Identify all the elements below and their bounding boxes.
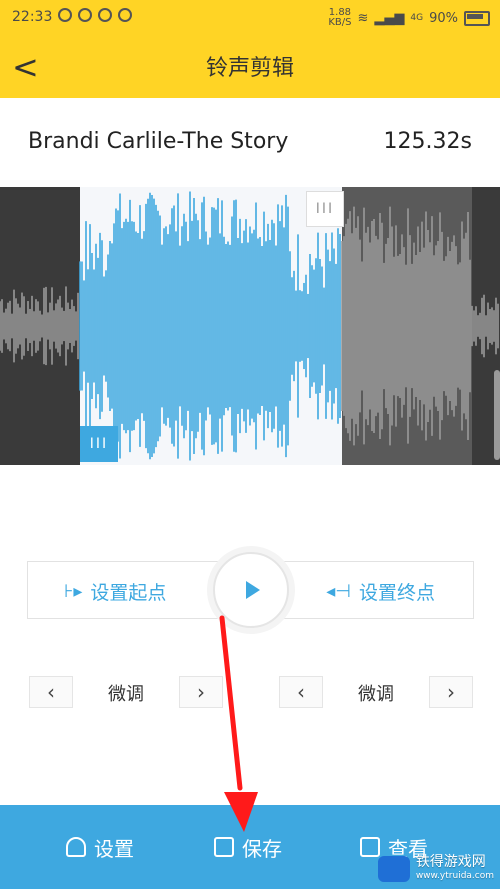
page-title: 铃声剪辑 (205, 56, 294, 81)
set-start-button[interactable]: ⊦▸ 设置起点 (64, 562, 166, 620)
chevron-left-icon: ‹ (297, 680, 305, 704)
chevron-left-icon: ‹ (47, 680, 55, 704)
notification-icon (118, 8, 132, 22)
waveform-graphic (0, 187, 499, 465)
save-icon (214, 837, 234, 857)
start-fine-prev-button[interactable]: ‹ (29, 676, 73, 708)
battery-text: 90% (429, 10, 458, 26)
end-handle[interactable]: III (306, 191, 344, 227)
play-button[interactable] (213, 552, 289, 628)
status-icons (58, 8, 132, 22)
song-duration: 125.32s (383, 129, 472, 154)
bluetooth-icon (78, 8, 92, 22)
status-right: 1.88 KB/S ≋ ▂▄▆ 4G 90% (328, 8, 490, 28)
end-fine-label: 微调 (358, 684, 394, 705)
battery-icon (464, 10, 490, 26)
watermark-text: 铁得游戏网 www.ytruida.com (416, 855, 494, 883)
end-marker-icon: ◂⊣ (326, 580, 351, 602)
signal-icon: ▂▄▆ (374, 10, 405, 26)
watermark-url: www.ytruida.com (415, 871, 494, 881)
watermark: 铁得游戏网 www.ytruida.com (377, 855, 494, 883)
speed-text: 1.88 KB/S (328, 7, 352, 28)
set-end-label: 设置终点 (358, 581, 435, 604)
end-fine-next-button[interactable]: › (429, 676, 473, 708)
play-icon (246, 581, 260, 599)
watermark-name: 铁得游戏网 (415, 854, 486, 870)
start-fine-next-button[interactable]: › (179, 676, 223, 708)
chevron-right-icon: › (197, 680, 205, 704)
chevron-right-icon: › (447, 680, 455, 704)
start-handle-label: III (89, 436, 109, 452)
start-handle[interactable]: III (80, 426, 118, 462)
status-bar: 22:33 1.88 KB/S ≋ ▂▄▆ 4G 90% (0, 0, 500, 36)
bottom-bar: 设置 保存 查看 铁得游戏网 www.ytruida.com (0, 805, 500, 889)
song-title: Brandi Carlile-The Story (28, 129, 289, 154)
bell-icon (66, 837, 86, 857)
view-icon (360, 837, 380, 857)
end-handle-label: III (315, 201, 335, 217)
app-bar: < 铃声剪辑 (0, 36, 500, 98)
watermark-logo (377, 856, 410, 882)
fine-tune-start: ‹ 微调 › (29, 676, 223, 708)
tab-save[interactable]: 保存 (214, 832, 282, 862)
start-fine-label: 微调 (108, 684, 144, 705)
tab-settings-label: 设置 (94, 836, 134, 861)
annotation-arrow-shaft (219, 615, 243, 791)
scrollbar[interactable] (494, 370, 500, 460)
end-fine-prev-button[interactable]: ‹ (279, 676, 323, 708)
waveform-editor[interactable] (0, 187, 500, 465)
start-marker-icon: ⊦▸ (64, 580, 83, 602)
set-start-label: 设置起点 (90, 581, 167, 604)
tab-settings[interactable]: 设置 (66, 832, 134, 862)
fine-tune-end: ‹ 微调 › (279, 676, 473, 708)
wifi-icon: ≋ (357, 10, 369, 26)
alarm-icon (58, 8, 72, 22)
shield-icon (98, 8, 112, 22)
set-end-button[interactable]: ◂⊣ 设置终点 (326, 562, 435, 620)
status-time: 22:33 (12, 9, 53, 25)
song-info: Brandi Carlile-The Story 125.32s (0, 98, 500, 186)
tab-save-label: 保存 (242, 836, 282, 861)
network-label: 4G (410, 13, 424, 23)
